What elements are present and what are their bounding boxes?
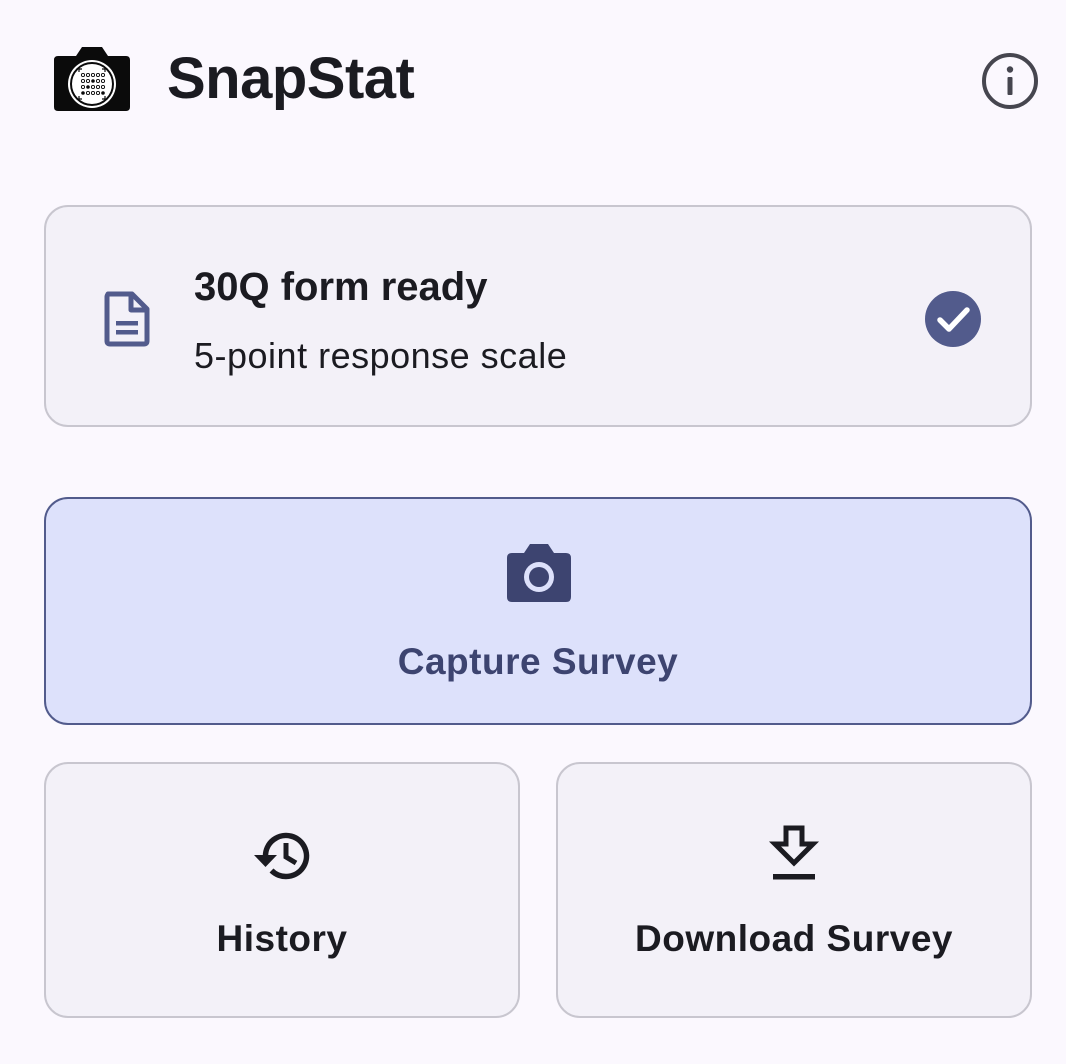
capture-survey-label: Capture Survey [397,641,679,682]
download-icon [762,824,826,888]
app-screen: SnapStat 30Q form ready 5-point response… [0,0,1066,1064]
camera-logo-icon [52,44,132,114]
app-title: SnapStat [167,46,415,111]
history-button[interactable]: History [44,762,520,1018]
form-status-title: 30Q form ready [194,265,488,309]
form-status-card: 30Q form ready 5-point response scale [44,205,1032,427]
info-button[interactable] [980,51,1040,111]
info-icon [982,53,1038,109]
document-icon [102,291,152,347]
history-icon [251,824,315,888]
download-survey-label: Download Survey [635,918,953,959]
history-label: History [216,918,348,959]
camera-icon [504,539,574,605]
check-circle-icon [923,289,983,349]
form-status-subtitle: 5-point response scale [194,335,568,376]
download-survey-button[interactable]: Download Survey [556,762,1032,1018]
capture-survey-button[interactable]: Capture Survey [44,497,1032,725]
